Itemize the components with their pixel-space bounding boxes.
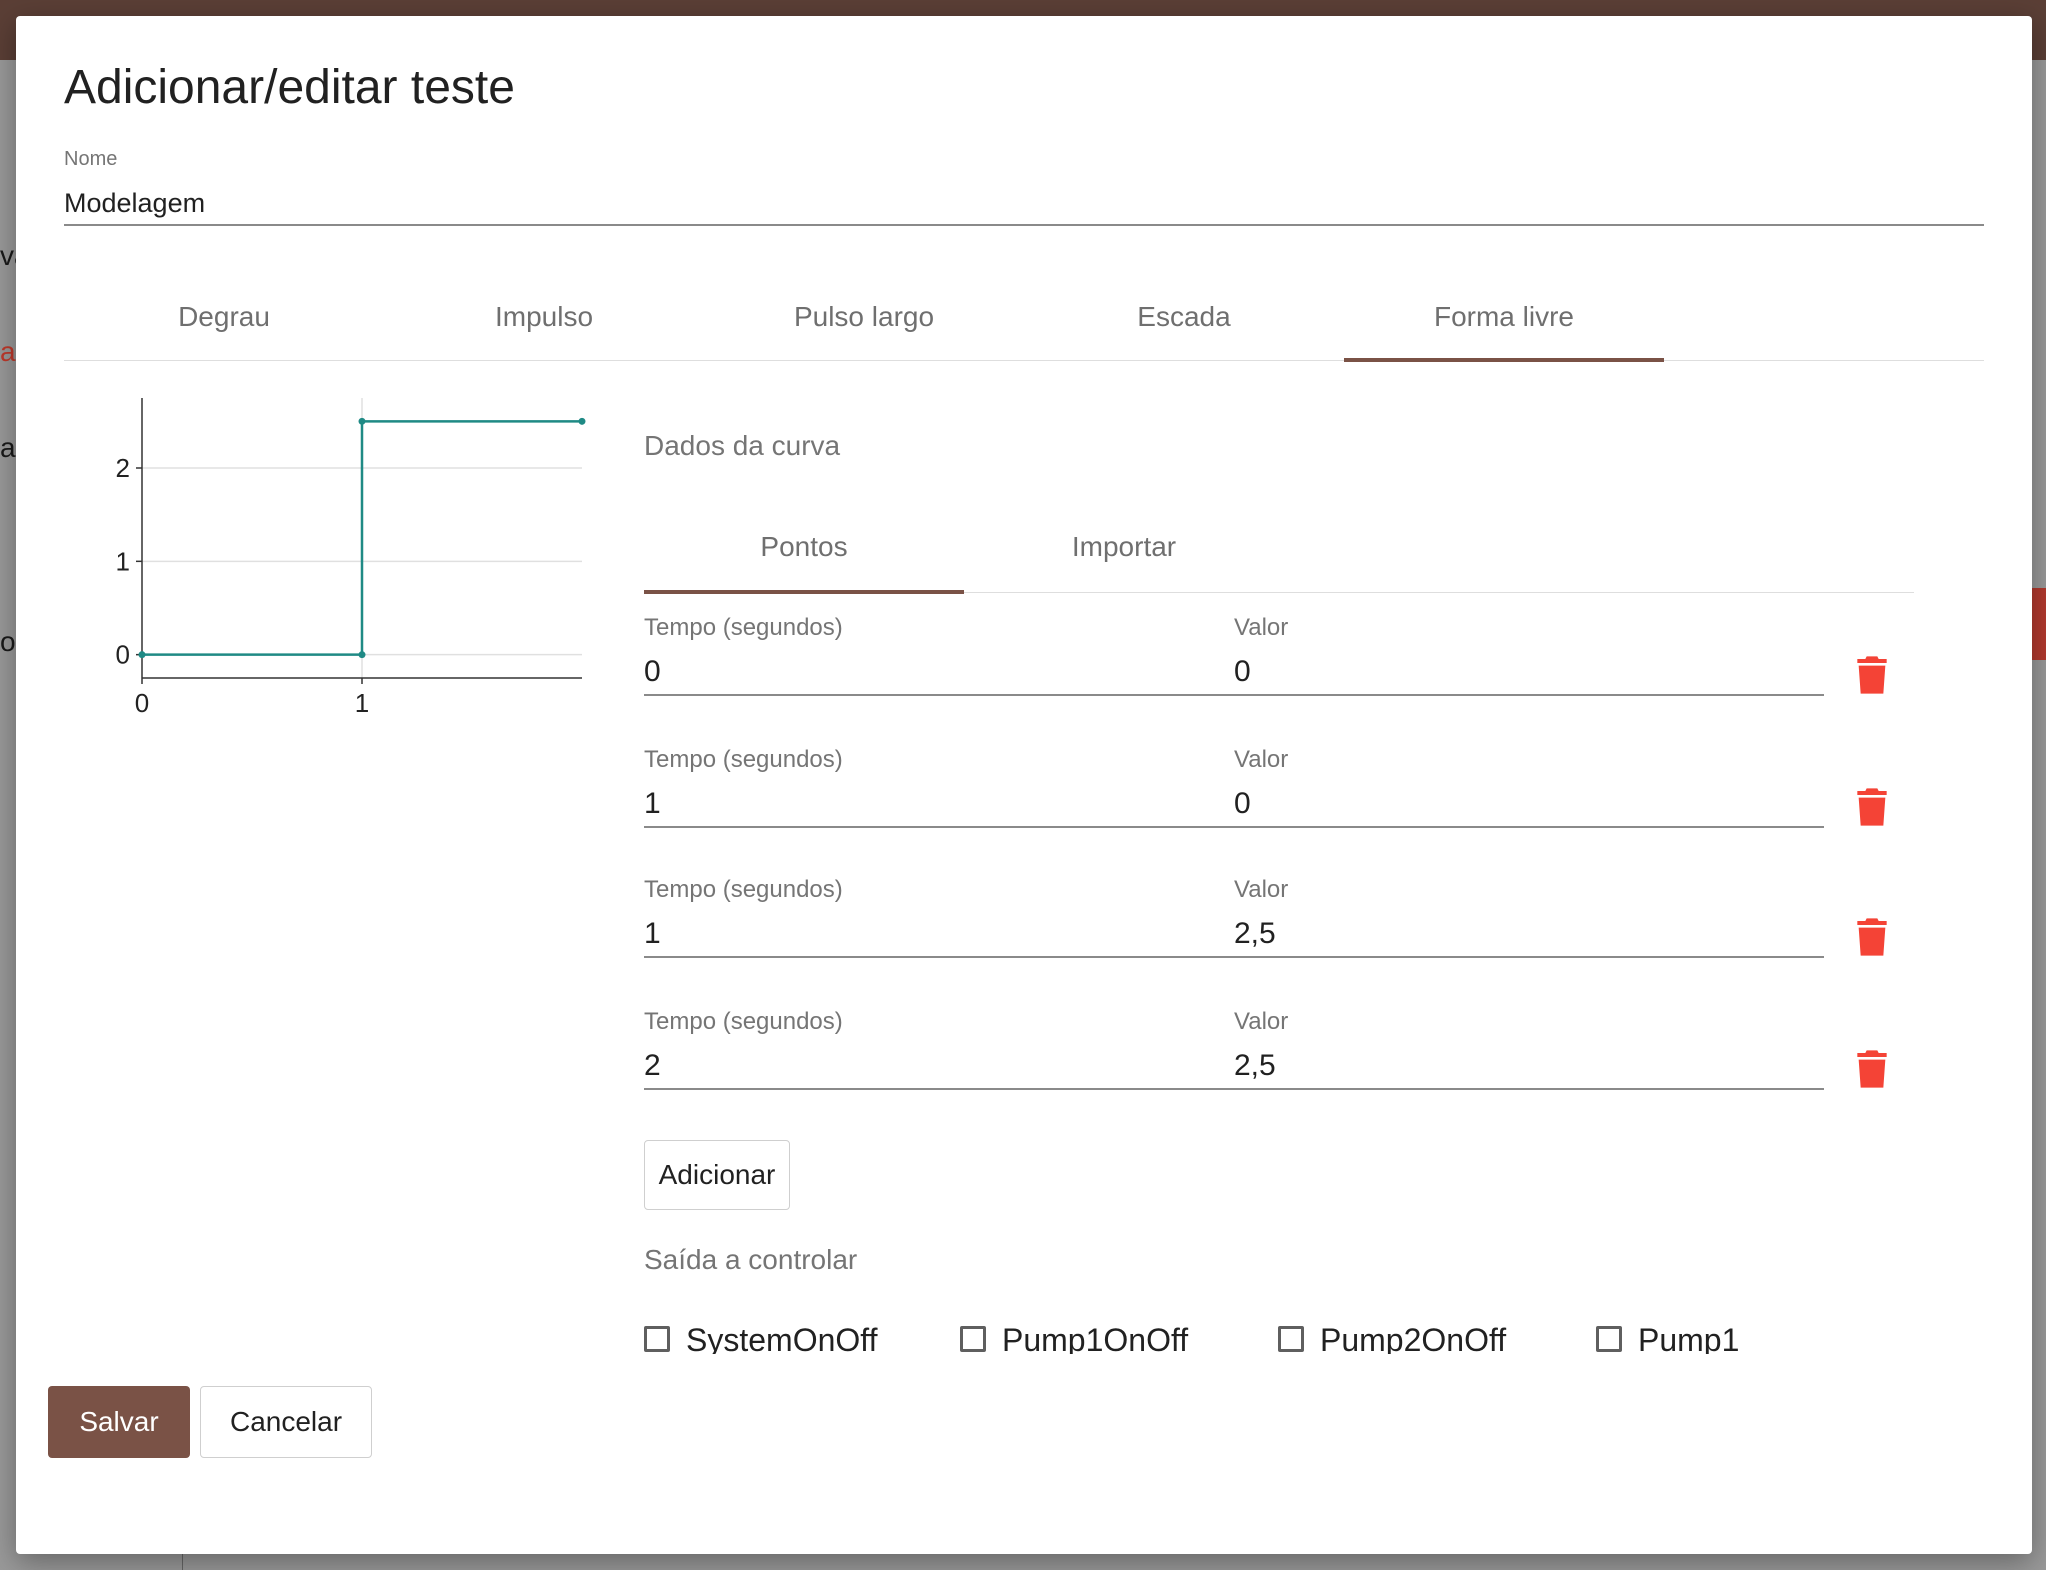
- signal-type-tabs: Degrau Impulso Pulso largo Escada Forma …: [64, 274, 1984, 362]
- curve-preview-chart: 0 1 2 0 1: [116, 398, 586, 718]
- name-field[interactable]: [64, 182, 1984, 226]
- data-point: [578, 417, 586, 425]
- dialog-title: Adicionar/editar teste: [64, 61, 515, 114]
- background-button: [2030, 588, 2046, 660]
- time-label: Tempo (segundos): [644, 746, 843, 773]
- checkbox-icon[interactable]: [1596, 1326, 1622, 1352]
- y-tick-label: 2: [116, 453, 130, 483]
- time-label: Tempo (segundos): [644, 876, 843, 903]
- tab-pontos[interactable]: Pontos: [644, 502, 964, 594]
- curve-data-label: Dados da curva: [644, 430, 841, 461]
- output-checkbox-list: SystemOnOff Pump1OnOff Pump2OnOff Pump1: [644, 1314, 1934, 1354]
- trash-icon[interactable]: [1856, 656, 1888, 694]
- point-row: Tempo (segundos) Valor: [644, 876, 1964, 986]
- output-checkbox-systemonoff[interactable]: SystemOnOff: [644, 1314, 877, 1354]
- value-label: Valor: [1234, 746, 1289, 773]
- time-field[interactable]: [644, 1044, 1234, 1090]
- edit-test-dialog: Adicionar/editar teste Nome Degrau Impul…: [16, 16, 2032, 1554]
- background-text-fragment: a: [0, 336, 16, 367]
- trash-icon[interactable]: [1856, 1050, 1888, 1088]
- time-label: Tempo (segundos): [644, 1008, 843, 1035]
- trash-icon[interactable]: [1856, 918, 1888, 956]
- checkbox-icon[interactable]: [960, 1326, 986, 1352]
- time-field[interactable]: [644, 650, 1234, 696]
- curve-input-tabs: Pontos Importar: [644, 502, 1914, 594]
- time-label: Tempo (segundos): [644, 614, 843, 641]
- x-tick-label: 1: [355, 688, 369, 718]
- tab-escada[interactable]: Escada: [1024, 274, 1344, 360]
- tab-pulso-largo[interactable]: Pulso largo: [704, 274, 1024, 360]
- checkbox-icon[interactable]: [644, 1326, 670, 1352]
- value-label: Valor: [1234, 614, 1289, 641]
- value-field[interactable]: [1234, 912, 1824, 958]
- data-point: [358, 417, 366, 425]
- tab-forma-livre[interactable]: Forma livre: [1344, 274, 1664, 362]
- x-tick-label: 0: [135, 688, 149, 718]
- checkbox-icon[interactable]: [1278, 1326, 1304, 1352]
- tab-importar[interactable]: Importar: [964, 502, 1284, 592]
- value-label: Valor: [1234, 1008, 1289, 1035]
- series-line: [142, 420, 582, 656]
- time-field[interactable]: [644, 782, 1234, 828]
- checkbox-label: Pump1OnOff: [1002, 1322, 1189, 1354]
- checkbox-label: SystemOnOff: [686, 1322, 878, 1354]
- background-text-fragment: o: [0, 626, 16, 657]
- output-checkbox-pump2onoff[interactable]: Pump2OnOff: [1278, 1314, 1506, 1354]
- background-text-fragment: a: [0, 432, 16, 463]
- save-button[interactable]: Salvar: [48, 1386, 190, 1458]
- trash-icon[interactable]: [1856, 788, 1888, 826]
- tab-impulso[interactable]: Impulso: [384, 274, 704, 360]
- y-tick-label: 0: [116, 640, 130, 670]
- output-checkbox-pump1onoff[interactable]: Pump1OnOff: [960, 1314, 1188, 1354]
- output-label: Saída a controlar: [644, 1244, 858, 1275]
- data-point: [138, 651, 146, 659]
- value-label: Valor: [1234, 876, 1289, 903]
- y-tick-label: 1: [116, 546, 130, 576]
- time-field[interactable]: [644, 912, 1234, 958]
- value-field[interactable]: [1234, 782, 1824, 828]
- name-label: Nome: [64, 148, 118, 170]
- value-field[interactable]: [1234, 650, 1824, 696]
- point-row: Tempo (segundos) Valor: [644, 1008, 1964, 1118]
- checkbox-label: Pump1: [1638, 1322, 1740, 1354]
- checkbox-label: Pump2OnOff: [1320, 1322, 1507, 1354]
- output-checkbox-pump1[interactable]: Pump1: [1596, 1314, 1739, 1354]
- add-point-button[interactable]: Adicionar: [644, 1140, 790, 1210]
- data-point: [358, 651, 366, 659]
- point-row: Tempo (segundos) Valor: [644, 746, 1964, 856]
- cancel-button[interactable]: Cancelar: [200, 1386, 372, 1458]
- value-field[interactable]: [1234, 1044, 1824, 1090]
- background-divider: [182, 1553, 183, 1570]
- tab-degrau[interactable]: Degrau: [64, 274, 384, 360]
- point-row: Tempo (segundos) Valor: [644, 614, 1964, 724]
